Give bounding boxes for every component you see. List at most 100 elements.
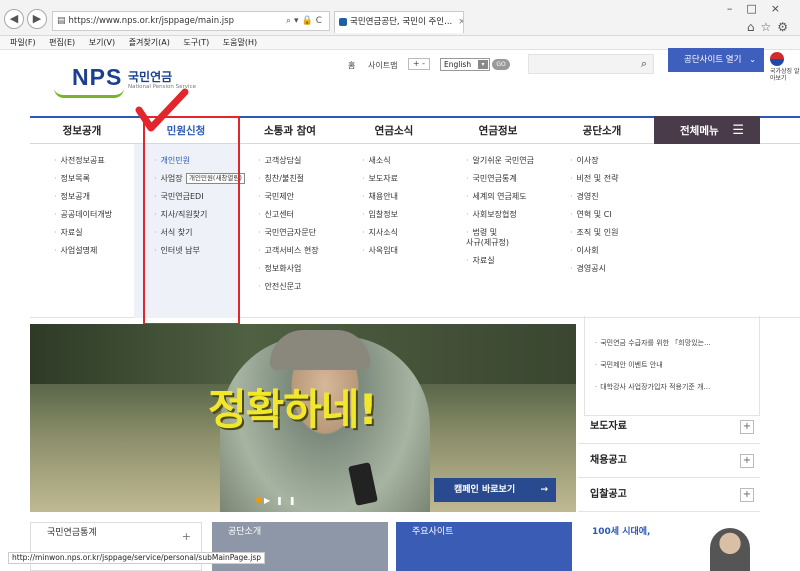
menu-view[interactable]: 보기(V) — [89, 38, 115, 47]
submenu-item[interactable]: 사회보장협정 — [466, 206, 534, 224]
gnb-info-disclosure[interactable]: 정보공개 — [30, 118, 134, 144]
submenu-item[interactable]: 자료실 — [466, 252, 534, 270]
banner-person-hair — [270, 330, 370, 370]
submenu-item[interactable]: 경영진 — [570, 188, 618, 206]
about-title: 공단소개 — [228, 527, 262, 537]
indicator-dot-icon[interactable] — [256, 497, 262, 503]
national-symbol-link[interactable]: 국가상징 알아보기 — [770, 52, 800, 82]
submenu-item[interactable]: 비전 및 전략 — [570, 170, 619, 188]
plus-icon[interactable]: + — [740, 488, 754, 502]
submenu-item[interactable]: 국민제안 — [258, 188, 319, 206]
pause-icon[interactable]: ❚❚ — [276, 496, 301, 505]
submenu-item[interactable]: 법령 및 사규(제규정) — [466, 224, 534, 252]
arrow-right-icon: → — [540, 485, 548, 495]
submenu-item[interactable]: 국민연금통계 — [466, 170, 534, 188]
menu-favorites[interactable]: 즐겨찾기(A) — [129, 38, 170, 47]
submenu-item[interactable]: 공공데이터개방 — [54, 206, 113, 224]
zoom-control[interactable]: + - — [408, 58, 430, 70]
plus-icon[interactable]: + — [740, 420, 754, 434]
annotation-check-icon — [135, 88, 189, 132]
menu-edit[interactable]: 편집(E) — [49, 38, 75, 47]
submenu-item[interactable]: 경영공시 — [570, 260, 618, 278]
accordion-label: 보도자료 — [590, 421, 627, 432]
language-go-button[interactable]: GO — [492, 59, 510, 70]
sites-box[interactable]: 주요사이트 — [396, 522, 572, 571]
accordion-recruit[interactable]: 채용공고 + — [578, 444, 760, 478]
search-icon[interactable]: ⌕ — [641, 57, 647, 71]
submenu-item[interactable]: 지사소식 — [362, 224, 398, 242]
submenu-item[interactable]: 연혁 및 CI — [570, 206, 618, 224]
submenu-item[interactable]: 새소식 — [362, 152, 398, 170]
play-icon[interactable]: ▶ — [264, 496, 276, 505]
annotation-highlight-box — [143, 116, 240, 325]
language-select[interactable]: English ▾ — [440, 58, 490, 71]
plus-icon[interactable]: + — [182, 527, 191, 547]
banner-controls[interactable]: ▶❚❚ — [256, 496, 302, 505]
banner-headline: 정확하네! — [208, 385, 378, 434]
close-tab-icon[interactable]: × — [458, 17, 463, 27]
menu-help[interactable]: 도움말(H) — [223, 38, 257, 47]
submenu-item[interactable]: 사옥임대 — [362, 242, 398, 260]
language-value: English — [444, 60, 472, 69]
search-input[interactable]: ⌕ — [528, 54, 654, 74]
submenu-item[interactable]: 자료실 — [54, 224, 112, 242]
home-link[interactable]: 홈 — [348, 60, 355, 71]
back-icon[interactable]: ◀ — [4, 9, 24, 29]
news-item[interactable]: 국민제안 이벤트 안내 — [595, 360, 662, 370]
accordion-bid[interactable]: 입찰공고 + — [578, 478, 760, 512]
submenu-item[interactable]: 입찰정보 — [362, 206, 398, 224]
gnb-communication[interactable]: 소통과 참여 — [238, 118, 342, 144]
submenu-item[interactable]: 보도자료 — [362, 170, 398, 188]
submenu-col-communication: 고객상담실 칭찬/불친절 국민제안 신고센터 국민연금자문단 고객서비스 현장 … — [258, 152, 319, 296]
submenu-item[interactable]: 조직 및 인원 — [570, 224, 619, 242]
submenu-item[interactable]: 이사장 — [570, 152, 618, 170]
campaign-banner[interactable]: 정확하네! 캠페인 바로보기 → ▶❚❚ — [30, 324, 576, 512]
sites-title: 주요사이트 — [412, 527, 454, 537]
submenu-item[interactable]: 세계의 연금제도 — [466, 188, 534, 206]
sitemap-link[interactable]: 사이트맵 — [368, 60, 397, 71]
site-open-label: 공단사이트 열기 — [684, 55, 742, 65]
submenu-item[interactable]: 정보공개 — [54, 188, 112, 206]
all-menu-button[interactable]: 전체메뉴 ☰ — [654, 116, 760, 146]
menu-file[interactable]: 파일(F) — [10, 38, 36, 47]
gnb-pension-info[interactable]: 연금정보 — [446, 118, 550, 144]
window-controls[interactable]: –□× — [727, 2, 794, 15]
home-star-gear-icon[interactable]: ⌂☆⚙ — [747, 20, 794, 34]
plus-icon[interactable]: + — [740, 454, 754, 468]
gnb-about[interactable]: 공단소개 — [550, 118, 654, 144]
browser-tab[interactable]: 국민연금공단, 국민이 주인... × — [334, 11, 464, 33]
submenu-col-news: 새소식 보도자료 채용안내 입찰정보 지사소식 사옥임대 — [362, 152, 398, 260]
submenu-item[interactable]: 정보화사업 — [258, 260, 319, 278]
gnb-pension-news[interactable]: 연금소식 — [342, 118, 446, 144]
submenu-item[interactable]: 정보목록 — [54, 170, 112, 188]
menu-tools[interactable]: 도구(T) — [183, 38, 209, 47]
submenu-item[interactable]: 안전신문고 — [258, 278, 319, 296]
news-item[interactable]: 대학강사 사업장가입자 적용기준 개... — [595, 382, 710, 392]
submenu-col-pension-info: 알기쉬운 국민연금 국민연금통계 세계의 연금제도 사회보장협정 법령 및 사규… — [466, 152, 534, 270]
submenu-item[interactable]: 국민연금자문단 — [258, 224, 319, 242]
submenu-item[interactable]: 이사회 — [570, 242, 618, 260]
accordion-press[interactable]: 보도자료 + — [578, 410, 760, 444]
news-item[interactable]: 국민연금 수급자를 위한 「희망있는... — [595, 338, 711, 348]
person-image — [710, 528, 750, 571]
address-tools-icon[interactable]: ⌕▾🔒C — [286, 12, 325, 30]
campaign-button[interactable]: 캠페인 바로보기 → — [434, 478, 556, 502]
site-open-button[interactable]: 공단사이트 열기 ⌄ — [668, 48, 764, 72]
forward-icon[interactable]: ▶ — [27, 9, 47, 29]
submenu-item[interactable]: 사전정보공표 — [54, 152, 112, 170]
accordion-label: 입찰공고 — [590, 489, 627, 500]
age100-box[interactable]: 100세 시대에, — [580, 522, 760, 571]
status-bar-url: http://minwon.nps.or.kr/jsppage/service/… — [8, 552, 266, 564]
submenu-item[interactable]: 고객상담실 — [258, 152, 319, 170]
address-bar[interactable]: ▤ https://www.nps.or.kr/jsppage/main.jsp … — [52, 11, 330, 31]
submenu-item[interactable]: 사업설명제 — [54, 242, 112, 260]
submenu-item[interactable]: 신고센터 — [258, 206, 319, 224]
submenu-item[interactable]: 고객서비스 현장 — [258, 242, 319, 260]
browser-titlebar: ◀ ▶ ▤ https://www.nps.or.kr/jsppage/main.… — [0, 0, 800, 36]
submenu-item[interactable]: 알기쉬운 국민연금 — [466, 152, 534, 170]
hamburger-icon: ☰ — [732, 123, 744, 138]
submenu-item[interactable]: 채용안내 — [362, 188, 398, 206]
address-url: https://www.nps.or.kr/jsppage/main.jsp — [68, 16, 234, 26]
submenu-item[interactable]: 칭찬/불친절 — [258, 170, 319, 188]
chevron-down-icon: ⌄ — [749, 55, 756, 64]
